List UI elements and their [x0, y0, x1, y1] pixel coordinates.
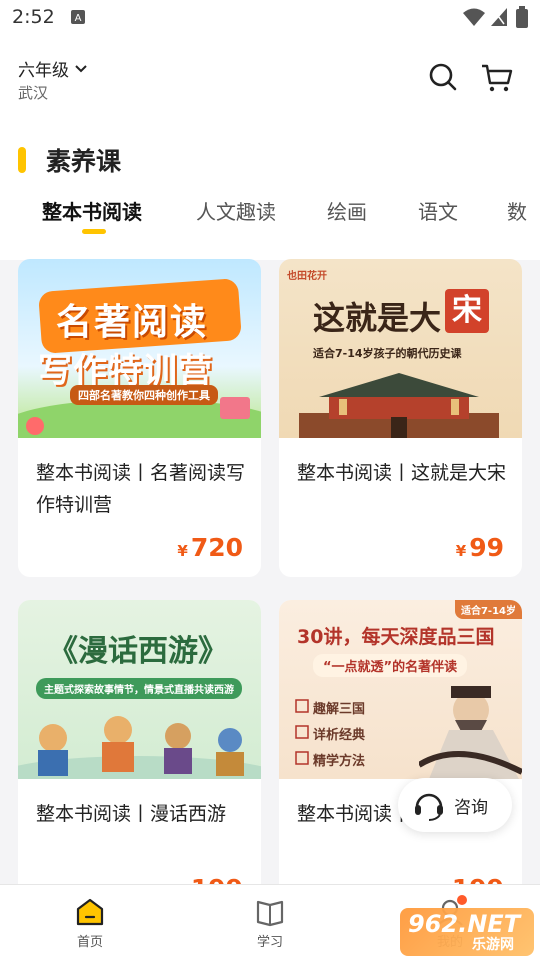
scholar-illustration [419, 686, 522, 779]
cover-tagline: 主题式探索故事情节，情景式直播共读西游 [36, 678, 242, 699]
cart-icon [482, 64, 513, 92]
section-title: 素养课 [46, 147, 122, 176]
nav-home-label: 首页 [76, 935, 103, 950]
svg-text:A: A [75, 13, 82, 24]
cover-headline: 《漫话西游》 [48, 634, 228, 669]
search-icon [429, 63, 457, 91]
notification-dot [457, 895, 467, 905]
course-card[interactable]: 《漫话西游》 主题式探索故事情节，情景式直播共读西游 整本书阅读丨漫话西游 ¥ … [18, 600, 261, 918]
tab-whole-book-reading[interactable]: 整本书阅读 [42, 196, 142, 225]
wifi-icon [463, 8, 485, 26]
chevron-down-icon [75, 64, 87, 72]
course-cover-image: 《漫话西游》 主题式探索故事情节，情景式直播共读西游 [18, 600, 261, 779]
cover-bullet: 精学方法 [313, 754, 366, 769]
status-bar: 2:52 A [0, 0, 540, 36]
tab-math[interactable]: 数 [507, 196, 527, 225]
nav-study-label: 学习 [256, 935, 283, 950]
price-value: 720 [190, 533, 243, 562]
course-title: 整本书阅读丨漫话西游 [36, 803, 227, 825]
watermark-sub: 乐游网 [472, 937, 514, 953]
status-time: 2:52 [12, 6, 55, 28]
course-title: 整本书阅读丨名著阅读写作特训营 [36, 462, 246, 516]
course-card[interactable]: 名著阅读 写作特训营 四部名著教你四种创作工具 整本书阅读丨名著阅读写作特训营 … [18, 259, 261, 577]
apple-illustration [26, 417, 44, 435]
cover-headline: 名著阅读 [56, 302, 209, 343]
tab-drawing[interactable]: 绘画 [327, 196, 367, 225]
course-title: 整本书阅读丨这就是大宋 [297, 462, 507, 484]
cover-bullet: 详析经典 [313, 728, 366, 743]
cover-headline: 30讲，每天深度品三国 [297, 626, 495, 648]
cart-button[interactable] [480, 60, 514, 94]
grade-selector[interactable]: 六年级 [18, 56, 87, 81]
price-value: 99 [469, 533, 504, 562]
header: 六年级 武汉 素养课 整本书阅读 人文趣读 绘画 语文 数 [0, 36, 540, 260]
course-price: ¥ 720 [177, 533, 243, 562]
price-currency: ¥ [177, 542, 188, 560]
tab-chinese[interactable]: 语文 [418, 196, 458, 225]
site-watermark: 962.NET 乐游网 [400, 908, 534, 956]
course-cover-image: 适合7-14岁 30讲，每天深度品三国 “一点就透”的名著伴读 趣解三国 详析经… [279, 600, 522, 779]
cover-headline: 这就是大 [313, 299, 442, 337]
journey-west-illustration [18, 716, 261, 779]
notification-icon: A [71, 10, 85, 24]
nav-home[interactable]: 首页 [50, 897, 130, 950]
age-tag: 适合7-14岁 [454, 600, 522, 619]
book-icon [255, 897, 285, 927]
category-tabs: 整本书阅读 人文趣读 绘画 语文 数 [0, 196, 540, 240]
course-card[interactable]: 适合7-14岁 30讲，每天深度品三国 “一点就透”的名著伴读 趣解三国 详析经… [279, 600, 522, 918]
cover-seal: 宋 [445, 289, 489, 333]
course-cover-image: 名著阅读 写作特训营 四部名著教你四种创作工具 [18, 259, 261, 438]
course-cover-image: 也田花开 这就是大 宋 适合7-14岁孩子的朝代历史课 [279, 259, 522, 438]
cover-tagline: 四部名著教你四种创作工具 [70, 385, 218, 405]
tab-humanities-reading[interactable]: 人文趣读 [196, 196, 276, 225]
grade-label: 六年级 [18, 61, 69, 81]
cover-tagline: 适合7-14岁孩子的朝代历史课 [313, 347, 462, 360]
signal-icon [491, 8, 507, 26]
course-card[interactable]: 也田花开 这就是大 宋 适合7-14岁孩子的朝代历史课 整本书阅读丨这就是大宋 … [279, 259, 522, 577]
books-illustration [220, 397, 250, 419]
consult-label: 咨询 [454, 797, 488, 818]
section-accent-bar [18, 147, 26, 173]
city-label: 武汉 [18, 84, 49, 102]
tab-active-indicator [82, 229, 106, 234]
home-icon [75, 897, 105, 927]
price-currency: ¥ [455, 542, 467, 560]
cover-subline: “一点就透”的名著伴读 [313, 654, 468, 677]
battery-icon [516, 6, 528, 28]
nav-study[interactable]: 学习 [230, 897, 310, 950]
cover-brand: 也田花开 [287, 271, 327, 282]
cover-bullet: 趣解三国 [313, 702, 366, 717]
palace-illustration [299, 373, 499, 438]
course-price: ¥ 99 [456, 533, 504, 562]
search-button[interactable] [426, 60, 460, 94]
consult-button[interactable]: 咨询 [398, 778, 512, 832]
checkbox-icons [295, 699, 309, 765]
headset-icon [415, 793, 443, 821]
